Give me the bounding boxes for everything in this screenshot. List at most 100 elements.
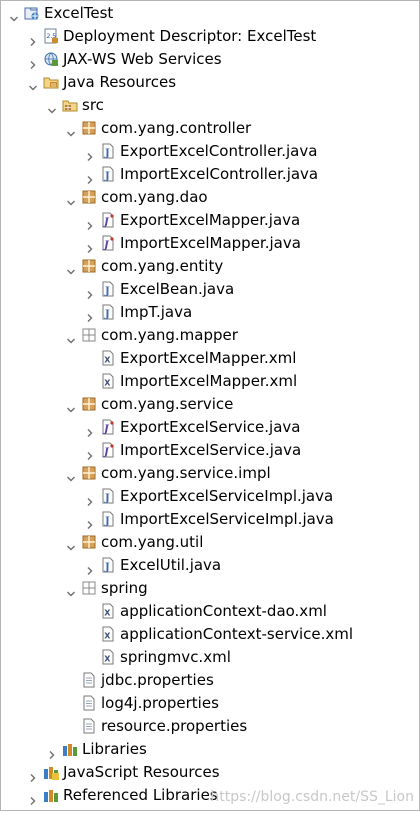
chevron-down-icon[interactable] [47, 100, 57, 114]
chevron-down-icon[interactable] [28, 77, 38, 91]
package-icon [81, 120, 97, 136]
tree-item-label: ExportExcelServiceImpl.java [120, 487, 334, 505]
tree-row[interactable]: J ImportExcelController.java [1, 163, 419, 186]
tree-item-label: com.yang.service.impl [101, 464, 271, 482]
tree-item-label: applicationContext-service.xml [120, 625, 354, 643]
tree-row[interactable]: J ImportExcelMapper.java [1, 232, 419, 255]
chevron-right-icon[interactable] [28, 54, 38, 69]
chevron-down-icon[interactable] [66, 261, 76, 275]
tree-row[interactable]: com.yang.entity [1, 255, 419, 278]
chevron-down-icon[interactable] [66, 537, 76, 551]
package-icon [81, 396, 97, 412]
source-folder-icon [62, 97, 78, 113]
tree-item-label: Java Resources [63, 73, 177, 91]
tree-item-label: springmvc.xml [120, 648, 231, 666]
tree-row[interactable]: J ImportExcelServiceImpl.java [1, 508, 419, 531]
tree-item-label: applicationContext-dao.xml [120, 602, 327, 620]
chevron-right-icon[interactable] [85, 514, 95, 529]
tree-row[interactable]: J ExcelBean.java [1, 278, 419, 301]
tree-item-label: ExportExcelMapper.xml [120, 349, 297, 367]
tree-row[interactable]: X ImportExcelMapper.xml [1, 370, 419, 393]
tree-item-label: ExportExcelMapper.java [120, 211, 301, 229]
java-file-icon: J [100, 281, 116, 297]
chevron-down-icon[interactable] [66, 123, 76, 137]
chevron-right-icon[interactable] [28, 31, 38, 46]
tree-row[interactable]: JavaScript Resources [1, 761, 419, 784]
tree-item-label: com.yang.util [101, 533, 204, 551]
tree-row[interactable]: jdbc.properties [1, 669, 419, 692]
chevron-down-icon[interactable] [66, 192, 76, 206]
tree-row[interactable]: J ExportExcelService.java [1, 416, 419, 439]
tree-row[interactable]: J ExportExcelServiceImpl.java [1, 485, 419, 508]
web-services-icon [43, 51, 59, 67]
tree-row[interactable]: Java Resources [1, 71, 419, 94]
tree-row[interactable]: spring [1, 577, 419, 600]
tree-row[interactable]: src [1, 94, 419, 117]
java-resources-icon [43, 74, 59, 90]
tree-item-label: Referenced Libraries [63, 786, 218, 804]
tree-row[interactable]: JAX-WS Web Services [1, 48, 419, 71]
chevron-right-icon[interactable] [47, 744, 57, 759]
chevron-right-icon[interactable] [28, 767, 38, 782]
chevron-right-icon[interactable] [85, 169, 95, 184]
tree-item-label: log4j.properties [101, 694, 219, 712]
chevron-right-icon[interactable] [85, 445, 95, 460]
chevron-down-icon[interactable] [66, 583, 76, 597]
java-file-icon: J [100, 488, 116, 504]
chevron-right-icon[interactable] [85, 422, 95, 437]
svg-text:J: J [104, 516, 110, 527]
tree-row[interactable]: J ExportExcelMapper.java [1, 209, 419, 232]
chevron-down-icon[interactable] [66, 468, 76, 482]
java-interface-file-icon: J [100, 419, 116, 435]
chevron-down-icon[interactable] [9, 8, 19, 22]
tree-item-label: jdbc.properties [101, 671, 214, 689]
tree-row[interactable]: com.yang.service [1, 393, 419, 416]
tree-row[interactable]: J ImpT.java [1, 301, 419, 324]
chevron-right-icon[interactable] [85, 284, 95, 299]
xml-file-icon: X [100, 373, 116, 389]
tree-row[interactable]: XapplicationContext-dao.xml [1, 600, 419, 623]
tree-item-label: JAX-WS Web Services [63, 50, 222, 68]
tree-row[interactable]: com.yang.dao [1, 186, 419, 209]
tree-row[interactable]: J ExcelUtil.java [1, 554, 419, 577]
chevron-right-icon[interactable] [85, 307, 95, 322]
tree-row[interactable]: com.yang.service.impl [1, 462, 419, 485]
java-file-icon: J [100, 304, 116, 320]
tree-row[interactable]: ExcelTest [1, 2, 419, 25]
chevron-right-icon[interactable] [85, 146, 95, 161]
tree-row[interactable]: X ExportExcelMapper.xml [1, 347, 419, 370]
tree-item-label: JavaScript Resources [63, 763, 220, 781]
tree-row[interactable]: log4j.properties [1, 692, 419, 715]
watermark: https://blog.csdn.net/SS_Lion [210, 789, 414, 805]
chevron-right-icon[interactable] [85, 238, 95, 253]
tree-row[interactable]: XapplicationContext-service.xml [1, 623, 419, 646]
chevron-down-icon[interactable] [66, 330, 76, 344]
tree-row[interactable]: Xspringmvc.xml [1, 646, 419, 669]
tree-row[interactable]: resource.properties [1, 715, 419, 738]
tree-row[interactable]: J ImportExcelService.java [1, 439, 419, 462]
package-icon [81, 534, 97, 550]
tree-row[interactable]: 2.5 Deployment Descriptor: ExcelTest [1, 25, 419, 48]
tree-item-label: ImportExcelController.java [120, 165, 319, 183]
project-icon [24, 5, 40, 21]
tree-item-label: src [82, 96, 104, 114]
chevron-right-icon[interactable] [28, 790, 38, 805]
chevron-down-icon[interactable] [66, 399, 76, 413]
package-icon [81, 258, 97, 274]
java-file-icon: J [100, 143, 116, 159]
tree-row[interactable]: com.yang.util [1, 531, 419, 554]
svg-text:X: X [104, 609, 111, 618]
tree-row[interactable]: com.yang.controller [1, 117, 419, 140]
package-icon [81, 465, 97, 481]
tree-item-label: ExportExcelController.java [120, 142, 318, 160]
package-icon-empty [81, 580, 97, 596]
chevron-right-icon[interactable] [85, 215, 95, 230]
java-interface-file-icon: J [100, 235, 116, 251]
tree-row[interactable]: J ExportExcelController.java [1, 140, 419, 163]
tree-item-label: ExcelTest [44, 4, 114, 22]
chevron-right-icon[interactable] [85, 491, 95, 506]
tree-item-label: ExportExcelService.java [120, 418, 301, 436]
chevron-right-icon[interactable] [85, 560, 95, 575]
tree-row[interactable]: Libraries [1, 738, 419, 761]
tree-row[interactable]: com.yang.mapper [1, 324, 419, 347]
